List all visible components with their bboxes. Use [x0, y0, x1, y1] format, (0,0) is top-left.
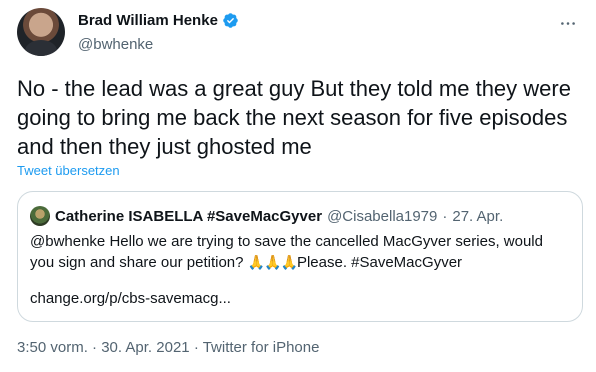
tweet-text: No - the lead was a great guy But they t… [17, 76, 571, 159]
quoted-author-name: Catherine ISABELLA #SaveMacGyver [55, 207, 323, 225]
quoted-author-handle: @Cisabella1979 [327, 207, 438, 225]
more-options-button[interactable] [558, 12, 578, 32]
verified-badge-icon [222, 12, 239, 29]
author-display-name[interactable]: Brad William Henke [78, 12, 218, 29]
quoted-date-separator: · [442, 207, 448, 225]
praying-hands-icon: 🙏🙏🙏 [247, 254, 298, 270]
tweet-metadata: 3:50 vorm. · 30. Apr. 2021 · Twitter for… [17, 339, 319, 356]
quoted-tweet-link[interactable]: change.org/p/cbs-savemacg... [30, 290, 231, 307]
more-dots-icon [560, 13, 576, 31]
meta-separator: · [92, 339, 98, 356]
quoted-tweet-date: 27. Apr. [452, 207, 504, 225]
author-avatar[interactable] [17, 8, 65, 56]
meta-separator: · [193, 339, 199, 356]
tweet-time[interactable]: 3:50 vorm. [17, 339, 88, 356]
tweet-source[interactable]: Twitter for iPhone [203, 339, 320, 356]
tweet: Brad William Henke @bwhenke No - the lea… [0, 0, 596, 372]
quoted-tweet-card[interactable]: Catherine ISABELLA #SaveMacGyver @Cisabe… [17, 191, 583, 322]
translate-tweet-link[interactable]: Tweet übersetzen [17, 163, 120, 178]
quoted-tweet-header: Catherine ISABELLA #SaveMacGyver @Cisabe… [30, 206, 503, 226]
author-handle[interactable]: @bwhenke [78, 36, 153, 53]
quoted-text-after: Please. #SaveMacGyver [296, 254, 463, 271]
tweet-date[interactable]: 30. Apr. 2021 [101, 339, 189, 356]
quoted-author-avatar [30, 206, 50, 226]
quoted-tweet-text: @bwhenke Hello we are trying to save the… [30, 232, 570, 273]
author-name-row: Brad William Henke [78, 12, 239, 29]
